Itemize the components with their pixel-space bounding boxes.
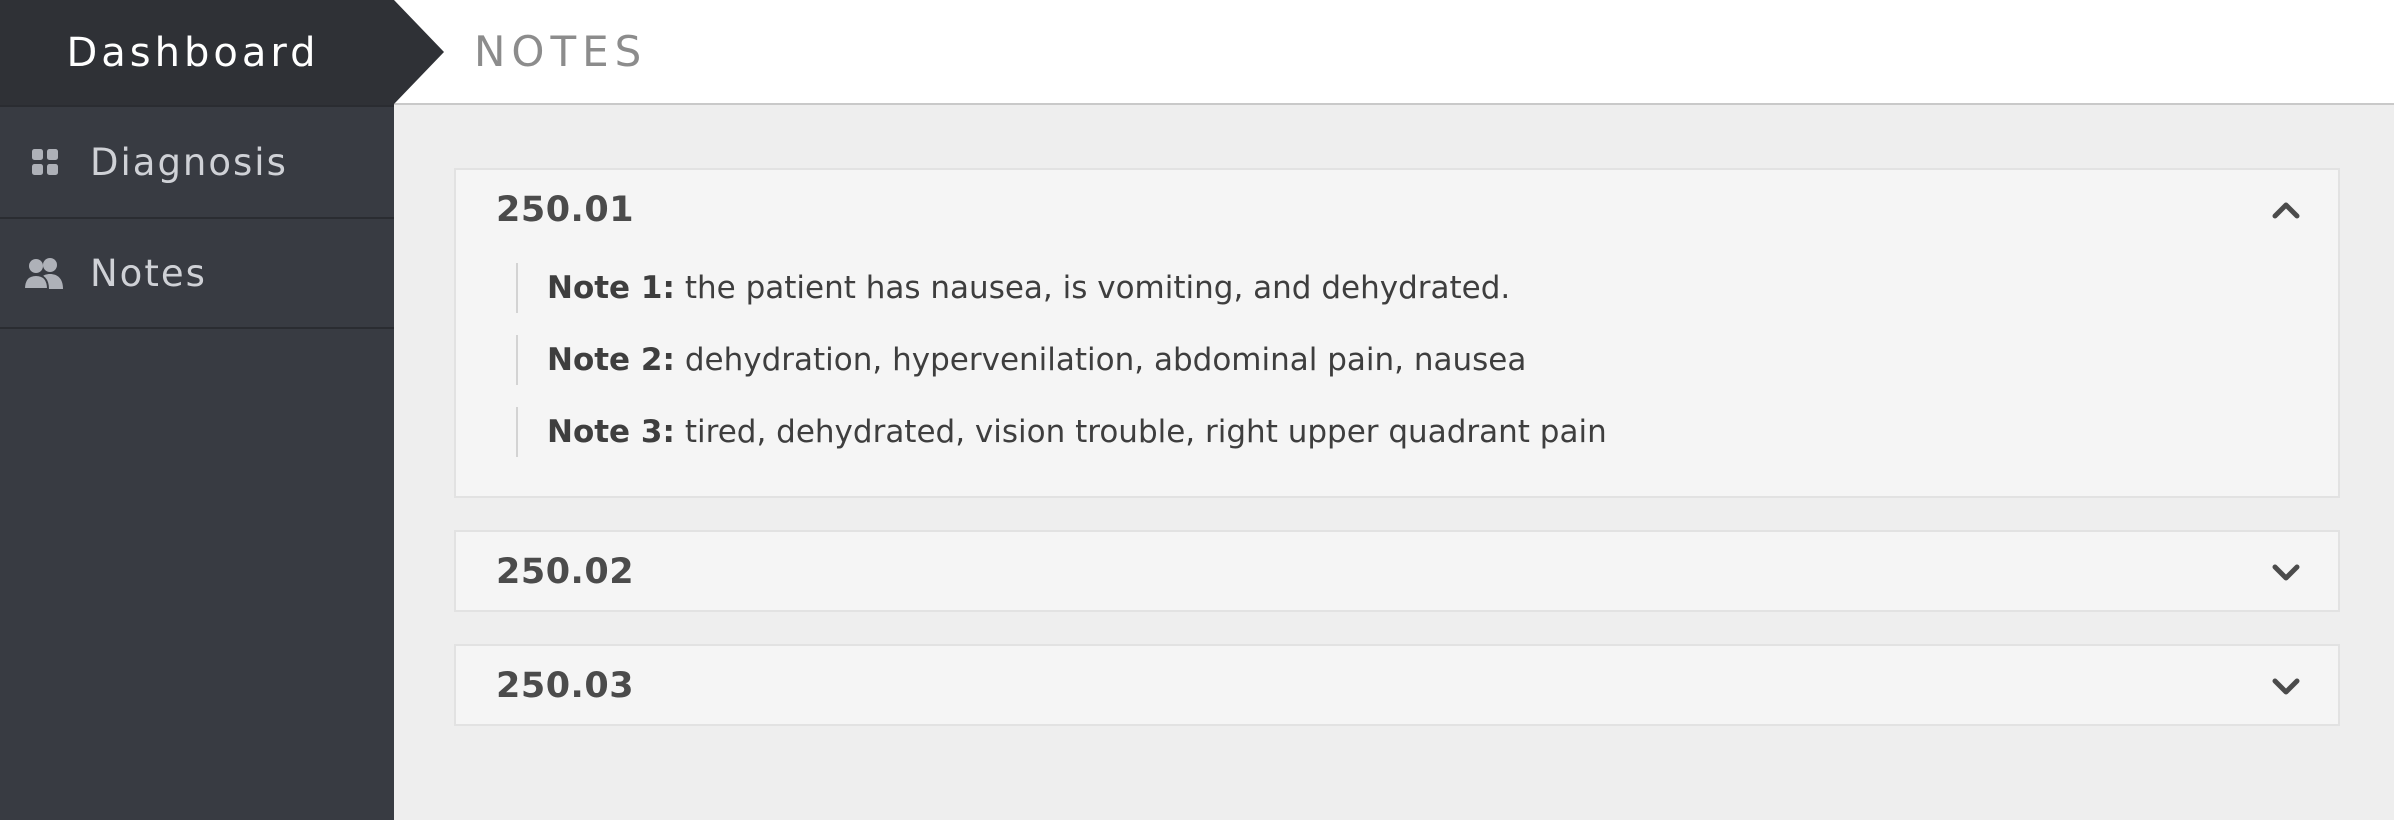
chevron-down-icon[interactable] (2272, 563, 2300, 581)
notes-list: Note 1: the patient has nausea, is vomit… (456, 263, 2338, 457)
diagnosis-code: 250.03 (496, 666, 635, 706)
brand-arrow (394, 0, 444, 104)
chevron-up-icon[interactable] (2272, 201, 2300, 219)
note-item: Note 3: tired, dehydrated, vision troubl… (516, 407, 2338, 457)
chevron-down-icon[interactable] (2272, 677, 2300, 695)
note-label: Note 2: (547, 342, 675, 378)
diagnosis-code: 250.01 (496, 190, 635, 230)
main-content: 250.01 Note 1: the patient has nausea, i… (394, 105, 2394, 820)
page-title: NOTES (474, 27, 648, 76)
note-text: dehydration, hypervenilation, abdominal … (684, 342, 1527, 378)
sidebar-item-diagnosis[interactable]: Diagnosis (0, 105, 394, 217)
sidebar-nav: Diagnosis Notes (0, 105, 394, 329)
brand-dashboard[interactable]: Dashboard (0, 0, 394, 105)
note-text: the patient has nausea, is vomiting, and… (684, 270, 1511, 306)
note-item: Note 1: the patient has nausea, is vomit… (516, 263, 2338, 313)
grid-icon (0, 149, 90, 175)
accordion-panel-250-01: 250.01 Note 1: the patient has nausea, i… (454, 168, 2340, 498)
sidebar-item-notes[interactable]: Notes (0, 217, 394, 329)
accordion-panel-250-03: 250.03 (454, 644, 2340, 726)
accordion-header[interactable]: 250.03 (456, 646, 2338, 726)
top-header: NOTES (394, 0, 2394, 105)
sidebar-item-label: Notes (90, 251, 207, 295)
note-item: Note 2: dehydration, hypervenilation, ab… (516, 335, 2338, 385)
accordion-panel-250-02: 250.02 (454, 530, 2340, 612)
diagnosis-code: 250.02 (496, 552, 635, 592)
users-icon (0, 256, 90, 290)
note-text: tired, dehydrated, vision trouble, right… (684, 414, 1607, 450)
note-label: Note 3: (547, 414, 675, 450)
accordion-header[interactable]: 250.02 (456, 532, 2338, 612)
note-label: Note 1: (547, 270, 675, 306)
brand-label: Dashboard (66, 29, 320, 76)
accordion-header[interactable]: 250.01 (456, 170, 2338, 250)
sidebar: Dashboard Diagnosis Notes (0, 0, 394, 820)
sidebar-item-label: Diagnosis (90, 140, 288, 184)
